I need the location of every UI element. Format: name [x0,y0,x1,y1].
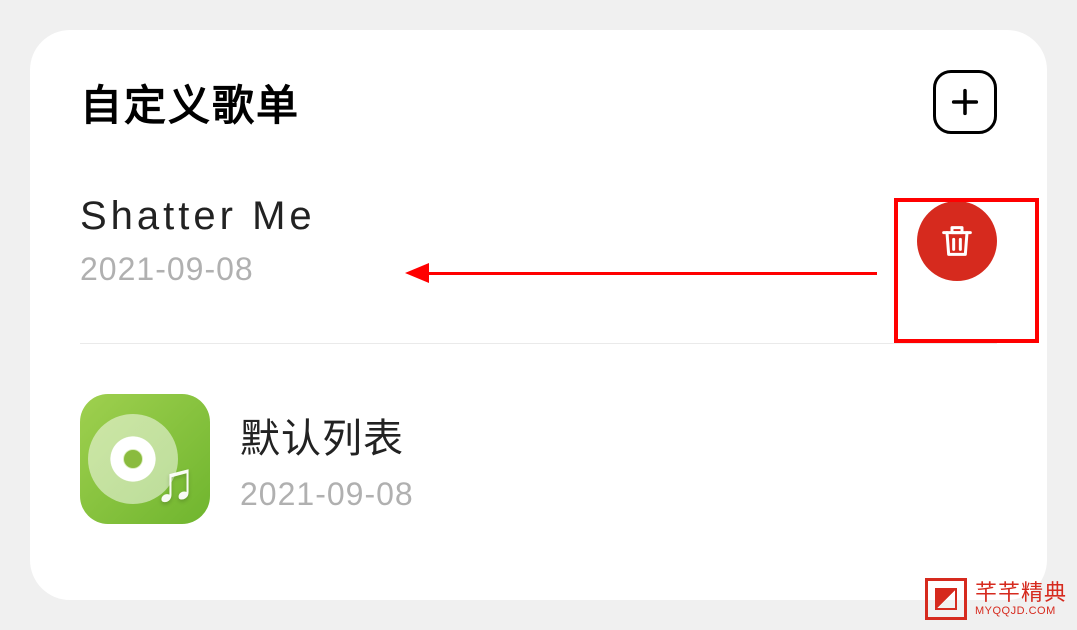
playlist-item[interactable]: ♫ 默认列表 2021-09-08 [80,374,997,544]
header: 自定义歌单 [80,70,997,134]
playlist-info: Shatter Me 2021-09-08 [80,194,316,288]
page-title: 自定义歌单 [80,72,300,133]
playlist-text: Shatter Me 2021-09-08 [80,194,316,288]
watermark-en: MYQQJD.COM [975,605,1067,617]
playlist-name: 默认列表 [240,406,414,464]
add-playlist-button[interactable] [933,70,997,134]
playlist-info: ♫ 默认列表 2021-09-08 [80,394,414,524]
watermark-text: 芊芊精典 MYQQJD.COM [975,581,1067,617]
playlist-name: Shatter Me [80,194,316,239]
trash-icon [937,221,977,261]
playlist-card: 自定义歌单 Shatter Me 2021-09-08 [30,30,1047,600]
plus-icon [948,85,982,119]
playlist-item[interactable]: Shatter Me 2021-09-08 [80,174,997,344]
playlist-date: 2021-09-08 [240,476,414,513]
watermark-logo-icon [925,578,967,620]
music-note-icon: ♫ [154,454,196,510]
watermark: 芊芊精典 MYQQJD.COM [925,578,1067,620]
playlist-text: 默认列表 2021-09-08 [240,406,414,513]
playlist-cover: ♫ [80,394,210,524]
watermark-cn: 芊芊精典 [975,581,1067,605]
delete-playlist-button[interactable] [917,201,997,281]
playlist-date: 2021-09-08 [80,251,316,288]
